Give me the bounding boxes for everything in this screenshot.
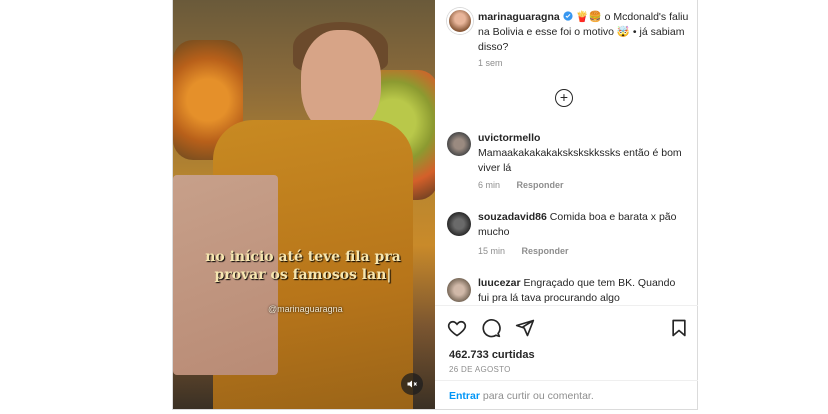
likes-count[interactable]: 462.733 curtidas: [449, 349, 535, 361]
login-prompt-text: para curtir ou comentar.: [482, 390, 594, 402]
bookmark-icon[interactable]: [669, 318, 689, 338]
comment-icon[interactable]: [481, 318, 501, 338]
video-caption-overlay: no início até teve fila pra provar os fa…: [205, 249, 401, 283]
post-video[interactable]: no início até teve fila pra provar os fa…: [173, 0, 435, 409]
divider: [435, 380, 698, 381]
video-watermark: @marinaguaragna: [268, 304, 343, 314]
instagram-post: no início até teve fila pra provar os fa…: [172, 0, 698, 410]
divider: [435, 305, 698, 306]
avatar[interactable]: [447, 278, 471, 302]
share-icon[interactable]: [515, 318, 535, 338]
login-link[interactable]: Entrar: [449, 390, 480, 402]
mute-icon[interactable]: [401, 373, 423, 395]
comment-username[interactable]: luucezar: [478, 277, 521, 289]
post-side-panel: marinaguaragna 🍟🍔 o Mcdonald's faliu na …: [435, 0, 698, 409]
comment-item: luucezar Engraçado que tem BK. Quando fu…: [435, 0, 698, 305]
login-prompt: Entrar para curtir ou comentar.: [449, 390, 594, 402]
heart-icon[interactable]: [447, 318, 467, 338]
post-date: 26 DE AGOSTO: [449, 365, 511, 374]
comment-text-block: luucezar Engraçado que tem BK. Quando fu…: [478, 276, 683, 305]
